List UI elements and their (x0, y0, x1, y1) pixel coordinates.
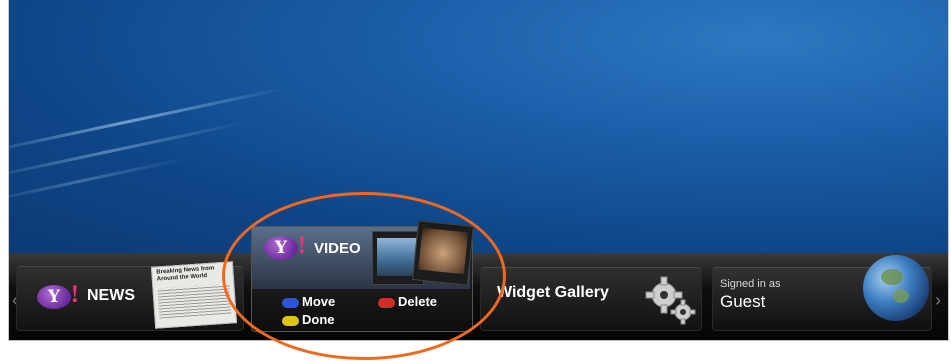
light-streak (9, 157, 187, 206)
highlight-circle (222, 192, 506, 360)
user-name: Guest (720, 292, 766, 311)
desktop-background (9, 0, 948, 255)
light-streak (9, 120, 247, 183)
signed-in-caption: Signed in as (720, 278, 781, 290)
widget-gallery-label: Widget Gallery (497, 284, 609, 301)
widget-gallery-tile[interactable]: Widget Gallery (480, 266, 702, 331)
earth-globe-icon (863, 255, 929, 321)
newspaper-columns (157, 283, 232, 319)
news-label: NEWS (87, 287, 135, 304)
scroll-right-icon[interactable]: › (935, 290, 941, 311)
yahoo-bang: ! (70, 282, 80, 308)
account-tile[interactable]: Signed in as Guest (712, 255, 932, 331)
news-widget-tile[interactable]: Y ! NEWS Breaking News from Around the W… (16, 261, 244, 331)
newspaper-headline: Breaking News from Around the World (156, 265, 215, 283)
yahoo-logo-icon: Y (37, 285, 71, 309)
gears-icon (645, 276, 696, 325)
